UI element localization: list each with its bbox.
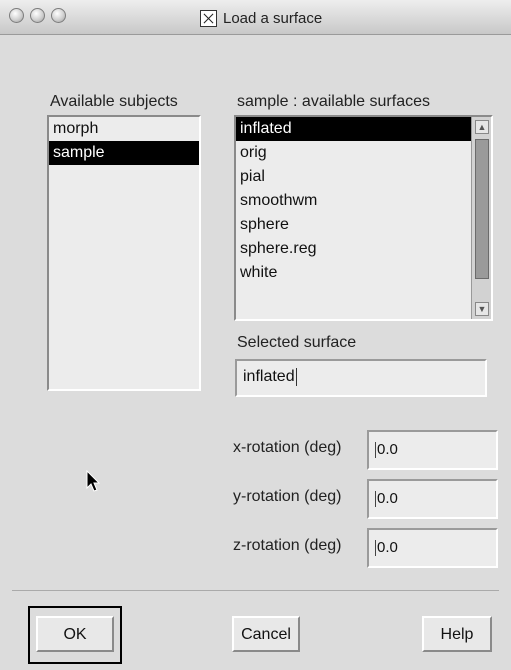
text-caret (375, 491, 376, 508)
selected-surface-label: Selected surface (237, 334, 357, 351)
surface-item-smoothwm[interactable]: smoothwm (236, 189, 471, 213)
help-button[interactable]: Help (422, 616, 492, 652)
subject-item-sample[interactable]: sample (49, 141, 199, 165)
ok-button[interactable]: OK (36, 616, 114, 652)
z-rotation-value: 0.0 (377, 539, 398, 556)
y-rotation-label: y-rotation (deg) (233, 488, 342, 505)
surface-item-sphere[interactable]: sphere (236, 213, 471, 237)
mouse-pointer-icon (86, 470, 101, 492)
scroll-up-arrow-icon[interactable]: ▲ (475, 120, 489, 134)
x-rotation-value: 0.0 (377, 441, 398, 458)
text-caret (375, 540, 376, 557)
surfaces-scrollbar[interactable]: ▲ ▼ (471, 117, 491, 319)
minimize-window-icon[interactable] (30, 8, 45, 23)
window-title-text: Load a surface (223, 9, 323, 27)
subject-item-morph[interactable]: morph (49, 117, 199, 141)
selected-surface-value: inflated (243, 368, 295, 385)
title-bar: Load a surface (0, 0, 511, 35)
y-rotation-input[interactable]: 0.0 (367, 479, 498, 519)
surface-item-pial[interactable]: pial (236, 165, 471, 189)
surface-item-sphere-reg[interactable]: sphere.reg (236, 237, 471, 261)
subjects-label: Available subjects (50, 93, 178, 110)
x11-app-icon (200, 9, 217, 27)
surface-item-inflated[interactable]: inflated (236, 117, 471, 141)
text-caret (295, 367, 297, 386)
x-rotation-label: x-rotation (deg) (233, 439, 342, 456)
text-caret (375, 442, 376, 459)
close-window-icon[interactable] (9, 8, 24, 23)
button-bar: OK Cancel Help (12, 590, 499, 667)
dialog-content: Available subjects morph sample sample :… (12, 35, 499, 590)
y-rotation-value: 0.0 (377, 490, 398, 507)
surfaces-list[interactable]: inflated orig pial smoothwm sphere spher… (234, 115, 493, 321)
cancel-button[interactable]: Cancel (232, 616, 300, 652)
surfaces-label: sample : available surfaces (237, 93, 430, 110)
window-title: Load a surface (200, 8, 322, 28)
surface-item-orig[interactable]: orig (236, 141, 471, 165)
surface-item-white[interactable]: white (236, 261, 471, 285)
scrollbar-thumb[interactable] (475, 139, 489, 279)
z-rotation-label: z-rotation (deg) (233, 537, 342, 554)
x-rotation-input[interactable]: 0.0 (367, 430, 498, 470)
scroll-down-arrow-icon[interactable]: ▼ (475, 302, 489, 316)
selected-surface-field[interactable]: inflated (235, 359, 487, 397)
zoom-window-icon[interactable] (51, 8, 66, 23)
z-rotation-input[interactable]: 0.0 (367, 528, 498, 568)
subjects-list[interactable]: morph sample (47, 115, 201, 391)
